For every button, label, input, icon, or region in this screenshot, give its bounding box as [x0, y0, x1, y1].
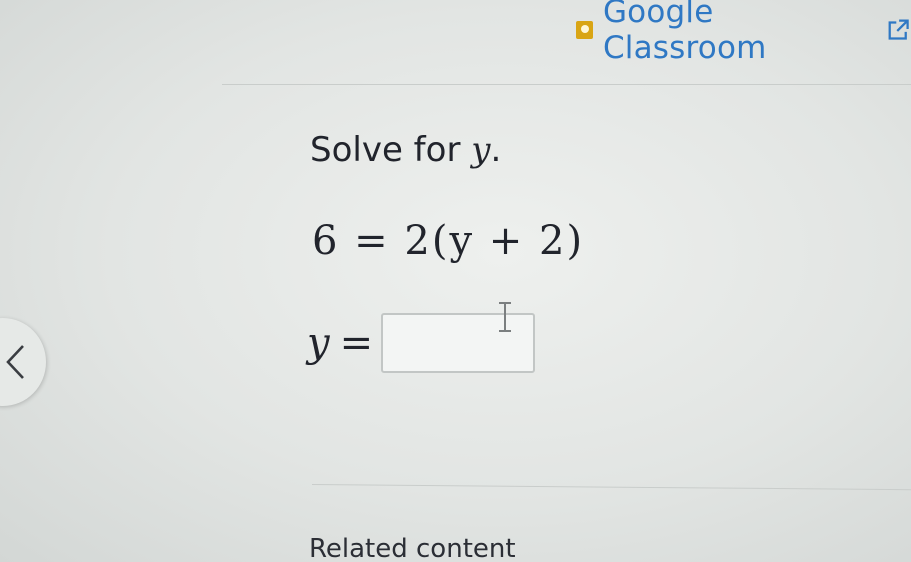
- prompt-variable: y: [471, 130, 491, 170]
- prompt-text: Solve for: [310, 130, 472, 170]
- question-prompt: Solve for y.: [310, 130, 501, 170]
- google-classroom-link[interactable]: Google Classroom: [576, 0, 911, 66]
- equation: 6 = 2(y + 2): [312, 218, 585, 264]
- google-classroom-logo-icon: [576, 21, 593, 39]
- answer-equals: =: [339, 320, 374, 366]
- answer-row: y =: [307, 302, 536, 373]
- answer-input[interactable]: [381, 302, 536, 373]
- prompt-period: .: [490, 130, 502, 170]
- chevron-left-icon: [6, 345, 24, 379]
- google-classroom-label: Google Classroom: [602, 0, 767, 66]
- related-content-heading: Related content: [309, 534, 516, 562]
- bottom-divider: [311, 484, 911, 491]
- top-divider: [222, 84, 911, 85]
- text-cursor-icon: [499, 302, 512, 332]
- answer-variable: y: [307, 320, 330, 366]
- back-button[interactable]: [0, 318, 46, 406]
- external-link-icon: [888, 19, 909, 40]
